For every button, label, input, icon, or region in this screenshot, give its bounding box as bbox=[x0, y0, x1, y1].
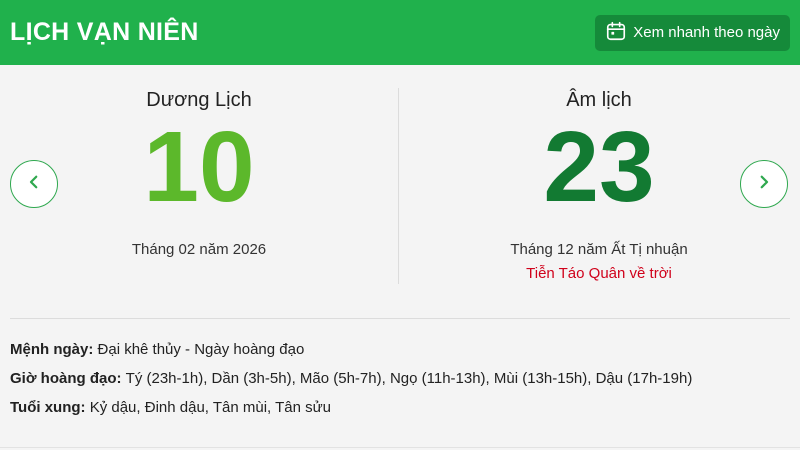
chevron-left-icon bbox=[25, 173, 43, 196]
next-day-button[interactable] bbox=[740, 160, 788, 208]
previous-day-button[interactable] bbox=[10, 160, 58, 208]
day-details: Mệnh ngày: Đại khê thủy - Ngày hoàng đạo… bbox=[10, 340, 790, 427]
gio-hoang-dao-row: Giờ hoàng đạo: Tý (23h-1h), Dần (3h-5h),… bbox=[10, 369, 790, 398]
calendar-icon bbox=[605, 20, 627, 46]
section-divider bbox=[10, 318, 790, 319]
quick-view-label: Xem nhanh theo ngày bbox=[633, 24, 780, 41]
lunar-month-year: Tháng 12 năm Ất Tị nhuận bbox=[510, 241, 688, 258]
menh-ngay-row: Mệnh ngày: Đại khê thủy - Ngày hoàng đạo bbox=[10, 340, 790, 369]
menh-ngay-label: Mệnh ngày: bbox=[10, 341, 98, 358]
tuoi-xung-label: Tuổi xung: bbox=[10, 399, 90, 416]
column-divider bbox=[398, 88, 399, 284]
solar-day-number: 10 bbox=[143, 111, 255, 223]
tuoi-xung-value: Kỷ dậu, Đinh dậu, Tân mùi, Tân sửu bbox=[89, 399, 331, 416]
quick-view-by-day-button[interactable]: Xem nhanh theo ngày bbox=[595, 14, 790, 51]
solar-heading: Dương Lịch bbox=[146, 89, 252, 111]
menh-ngay-value: Đại khê thủy - Ngày hoàng đạo bbox=[97, 341, 305, 358]
tuoi-xung-row: Tuổi xung: Kỷ dậu, Đinh dậu, Tân mùi, Tâ… bbox=[10, 398, 790, 427]
gio-hoang-dao-label: Giờ hoàng đạo: bbox=[10, 370, 126, 387]
gio-hoang-dao-value: Tý (23h-1h), Dần (3h-5h), Mão (5h-7h), N… bbox=[125, 370, 693, 387]
lunar-calendar-column: Âm lịch 23 Tháng 12 năm Ất Tị nhuận Tiễn… bbox=[400, 65, 798, 318]
solar-calendar-column: Dương Lịch 10 Tháng 02 năm 2026 bbox=[0, 65, 398, 318]
lunar-heading: Âm lịch bbox=[566, 89, 632, 111]
app-header: LỊCH VẠN NIÊN Xem nhanh theo ngày bbox=[0, 0, 800, 65]
festival-note: Tiễn Táo Quân về trời bbox=[526, 265, 672, 282]
chevron-right-icon bbox=[755, 173, 773, 196]
calendar-panel: Dương Lịch 10 Tháng 02 năm 2026 Âm lịch … bbox=[0, 65, 800, 318]
solar-month-year: Tháng 02 năm 2026 bbox=[131, 241, 267, 258]
bottom-divider bbox=[0, 447, 800, 448]
app-title: LỊCH VẠN NIÊN bbox=[10, 18, 199, 46]
lunar-day-number: 23 bbox=[543, 111, 655, 223]
